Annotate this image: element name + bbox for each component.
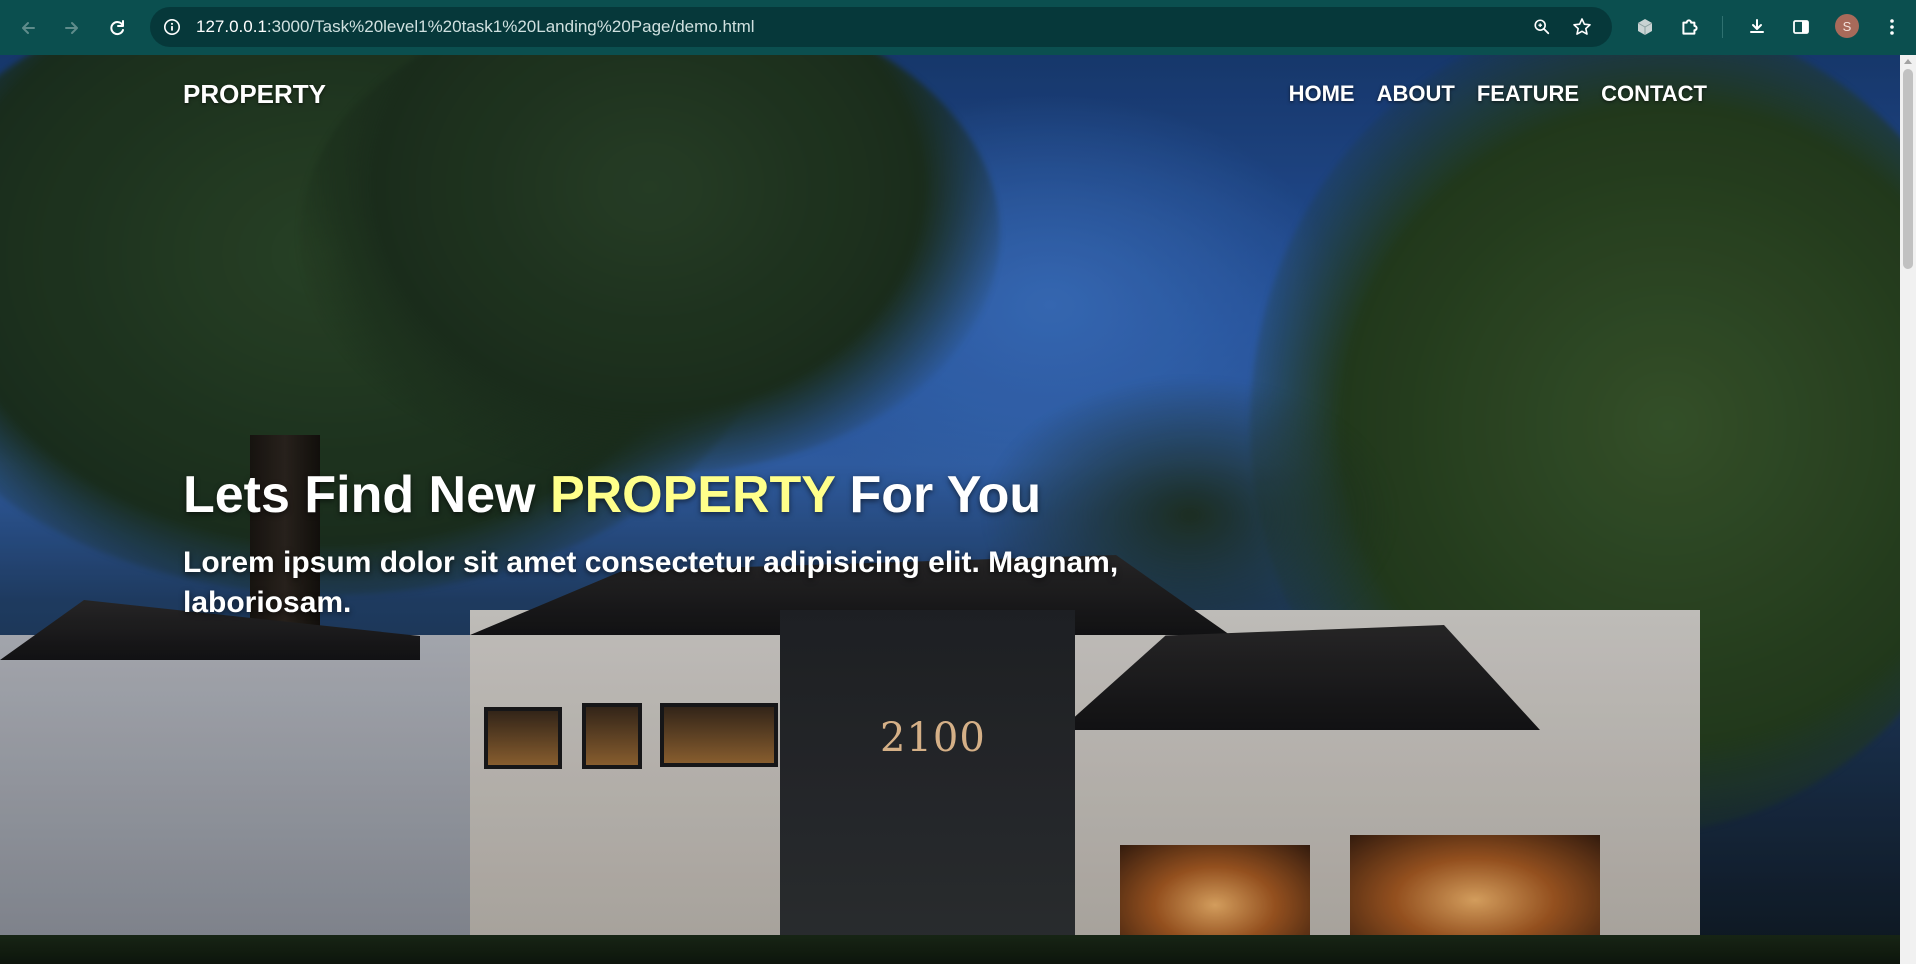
toolbar-divider	[1722, 16, 1723, 38]
browser-toolbar: 127.0.0.1:3000/Task%20level1%20task1%20L…	[0, 0, 1916, 55]
vertical-scrollbar[interactable]	[1900, 55, 1916, 964]
profile-avatar[interactable]: S	[1835, 14, 1859, 38]
hero-title-accent: PROPERTY	[549, 466, 836, 524]
url-path: :3000/Task%20level1%20task1%20Landing%20…	[266, 17, 755, 36]
arrow-left-icon	[22, 22, 35, 34]
extensions-puzzle-icon[interactable]	[1675, 12, 1705, 42]
url-text[interactable]: 127.0.0.1:3000/Task%20level1%20task1%20L…	[196, 7, 755, 47]
nav-home[interactable]: HOME	[1289, 81, 1355, 107]
reload-button[interactable]	[101, 12, 133, 44]
hero-title-end: For You	[849, 466, 1042, 524]
scroll-up-arrow-icon[interactable]	[1904, 59, 1912, 64]
url-host: 127.0.0.1	[196, 17, 267, 36]
site-info-icon[interactable]	[160, 15, 184, 39]
extension-cube-icon[interactable]	[1630, 12, 1660, 42]
hero-subtitle: Lorem ipsum dolor sit amet consectetur a…	[183, 546, 1119, 619]
scrollbar-thumb[interactable]	[1903, 69, 1913, 269]
download-icon[interactable]	[1742, 12, 1772, 42]
side-panel-icon[interactable]	[1786, 12, 1816, 42]
hero-title-start: Lets Find New	[183, 466, 536, 524]
nav-contact[interactable]: CONTACT	[1601, 81, 1707, 107]
arrow-right-icon	[65, 22, 78, 34]
bookmark-star-icon[interactable]	[1570, 15, 1594, 39]
reload-icon	[110, 20, 124, 36]
site-logo[interactable]: PROPERTY	[183, 79, 326, 110]
back-button[interactable]	[12, 12, 44, 44]
page-viewport: 2100 PROPERTY HOME ABOUT FEATURE CONTACT…	[0, 55, 1900, 964]
forward-button[interactable]	[56, 12, 88, 44]
more-menu-icon[interactable]	[1877, 12, 1907, 42]
address-bar[interactable]: 127.0.0.1:3000/Task%20level1%20task1%20L…	[150, 7, 1612, 47]
nav-feature[interactable]: FEATURE	[1477, 81, 1579, 107]
site-header: PROPERTY HOME ABOUT FEATURE CONTACT	[0, 55, 1900, 135]
main-nav: HOME ABOUT FEATURE CONTACT	[1289, 81, 1707, 107]
hero-title: Lets Find New PROPERTY For You	[183, 465, 1041, 525]
zoom-icon[interactable]	[1530, 15, 1554, 39]
nav-about[interactable]: ABOUT	[1377, 81, 1455, 107]
